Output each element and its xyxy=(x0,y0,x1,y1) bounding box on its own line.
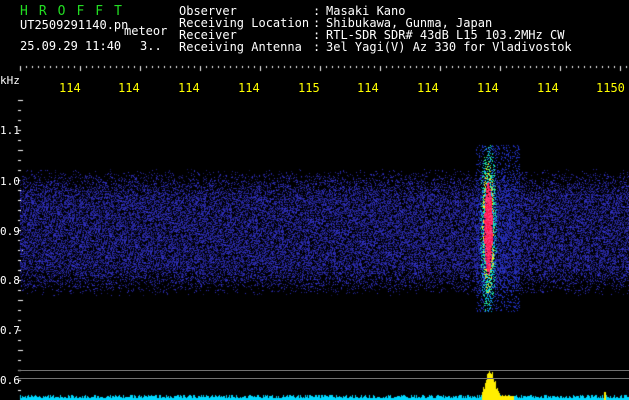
y-axis-unit: kHz xyxy=(0,74,20,87)
x-tick-label: 114 xyxy=(178,81,200,95)
x-tick-label: 114 xyxy=(477,81,499,95)
y-tick-label: 0.6 xyxy=(0,374,20,387)
event-type-label: meteor xyxy=(124,24,168,38)
y-tick-label: 0.9 xyxy=(0,225,20,238)
reference-line xyxy=(18,378,629,379)
event-count: 3.. xyxy=(140,39,162,53)
y-tick-label: 0.7 xyxy=(0,324,20,337)
antenna-value: 3el Yagi(V) Az 330 for Vladivostok xyxy=(326,40,572,54)
x-tick-label: 114 xyxy=(238,81,260,95)
x-tick-label: 114 xyxy=(118,81,140,95)
x-tick-label: 114 xyxy=(537,81,559,95)
field-separator: : xyxy=(313,40,321,54)
reference-line xyxy=(18,370,629,371)
image-filename: UT2509291140.pn xyxy=(20,18,129,32)
hrofft-logo: HROFFT xyxy=(20,4,133,19)
x-tick-label: 114 xyxy=(59,81,81,95)
waterfall-spectrogram xyxy=(0,0,629,400)
capture-datetime: 25.09.29 11:40 xyxy=(20,39,122,53)
y-tick-label: 0.8 xyxy=(0,274,20,287)
x-tick-label: 114 xyxy=(417,81,439,95)
x-tick-label: 1150 xyxy=(596,81,625,95)
y-tick-label: 1.0 xyxy=(0,175,20,188)
antenna-label: Receiving Antenna xyxy=(179,40,302,54)
x-tick-label: 114 xyxy=(357,81,379,95)
x-tick-label: 115 xyxy=(298,81,320,95)
y-tick-label: 1.1 xyxy=(0,124,20,137)
